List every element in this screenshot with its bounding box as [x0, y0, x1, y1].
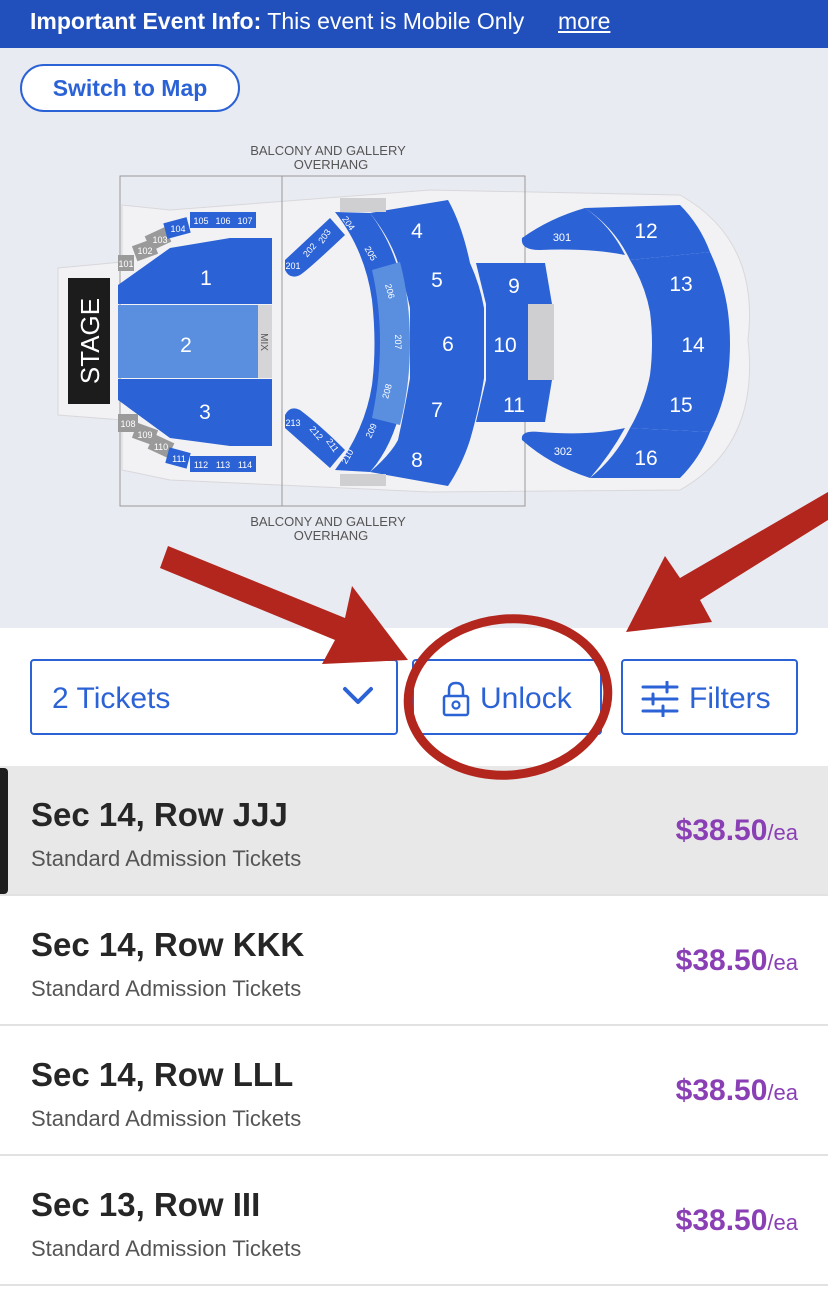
section-1-label: 1: [200, 267, 212, 290]
section-3-label: 3: [199, 401, 211, 424]
section-301-label: 301: [553, 232, 571, 244]
section-110-label: 110: [154, 442, 168, 452]
section-201-label: 201: [285, 261, 300, 271]
section-213-label: 213: [285, 418, 300, 428]
filters-label: Filters: [689, 682, 771, 715]
aisle-bottom: [340, 474, 386, 486]
listing-item[interactable]: Sec 14, Row KKK Standard Admission Ticke…: [0, 896, 828, 1026]
section-112-label: 112: [194, 460, 208, 470]
overhang-bottom-line1: BALCONY AND GALLERY: [250, 514, 406, 529]
filters-button[interactable]: Filters: [621, 659, 798, 735]
section-5-label: 5: [431, 269, 443, 292]
overhang-bottom-line2: OVERHANG: [294, 528, 368, 543]
listing-item[interactable]: Sec 14, Row JJJ Standard Admission Ticke…: [0, 766, 828, 896]
section-102-label: 102: [137, 246, 152, 256]
listing-subtitle: Standard Admission Tickets: [31, 976, 302, 1001]
event-info-label: Important Event Info:: [30, 8, 262, 34]
section-103-label: 103: [152, 235, 167, 245]
chevron-down-icon: [343, 687, 373, 704]
stage-label: STAGE: [75, 298, 105, 384]
section-114-label: 114: [238, 460, 252, 470]
section-12-label: 12: [634, 220, 657, 243]
overhang-top-line2: OVERHANG: [294, 157, 368, 172]
event-info-banner: Important Event Info: This event is Mobi…: [0, 0, 828, 48]
section-101-label: 101: [118, 259, 133, 269]
section-16-label: 16: [634, 447, 657, 470]
price-amount: $38.50: [675, 1204, 768, 1237]
section-4-label: 4: [411, 220, 423, 243]
listing-title: Sec 14, Row JJJ: [31, 796, 288, 833]
sliders-icon: [641, 681, 679, 717]
event-info-message: This event is Mobile Only: [267, 8, 525, 34]
overhang-top-line1: BALCONY AND GALLERY: [250, 143, 406, 158]
section-14-label: 14: [681, 334, 705, 357]
listing-subtitle: Standard Admission Tickets: [31, 1106, 302, 1131]
section-107-label: 107: [237, 216, 252, 226]
event-info-text: Important Event Info: This event is Mobi…: [30, 8, 524, 35]
section-2-label: 2: [180, 334, 192, 357]
more-link[interactable]: more: [558, 8, 610, 35]
listing-subtitle: Standard Admission Tickets: [31, 846, 302, 871]
section-11-label: 11: [503, 394, 525, 417]
section-10-label: 10: [493, 334, 516, 357]
listing-subtitle: Standard Admission Tickets: [31, 1236, 302, 1261]
aisle-top: [340, 198, 386, 212]
price-amount: $38.50: [675, 814, 768, 847]
mix-label: MIX: [258, 333, 269, 351]
section-109-label: 109: [137, 430, 152, 440]
listing-item[interactable]: Sec 14, Row LLL Standard Admission Ticke…: [0, 1026, 828, 1156]
section-8-label: 8: [411, 449, 423, 472]
listing-price: $38.50/ea: [676, 1074, 798, 1108]
price-unit: /ea: [767, 820, 798, 845]
unlock-label: Unlock: [480, 682, 572, 715]
section-111-label: 111: [172, 454, 186, 464]
section-106-label: 106: [215, 216, 230, 226]
listing-title: Sec 13, Row III: [31, 1186, 261, 1223]
price-unit: /ea: [767, 1210, 798, 1235]
listing-price: $38.50/ea: [676, 814, 798, 848]
lock-icon: [442, 681, 470, 717]
section-15-label: 15: [669, 394, 692, 417]
ticket-quantity-select[interactable]: 2 Tickets: [30, 659, 398, 735]
unlock-button[interactable]: Unlock: [412, 659, 602, 735]
section-207-label: 207: [393, 334, 403, 349]
ticket-quantity-label: 2 Tickets: [52, 682, 171, 715]
switch-to-map-button[interactable]: Switch to Map: [20, 64, 240, 112]
section-7-label: 7: [431, 399, 443, 422]
section-9-label: 9: [508, 275, 520, 298]
section-108-label: 108: [120, 419, 135, 429]
price-amount: $38.50: [675, 944, 768, 977]
price-unit: /ea: [767, 950, 798, 975]
section-302-label: 302: [554, 446, 572, 458]
listing-title: Sec 14, Row LLL: [31, 1056, 294, 1093]
section-6-label: 6: [442, 333, 454, 356]
price-unit: /ea: [767, 1080, 798, 1105]
section-10-aisle: [528, 304, 554, 380]
listing-price: $38.50/ea: [676, 1204, 798, 1238]
listing-price: $38.50/ea: [676, 944, 798, 978]
selected-indicator: [0, 768, 8, 894]
listing-title: Sec 14, Row KKK: [31, 926, 305, 963]
listing-item[interactable]: Sec 13, Row III Standard Admission Ticke…: [0, 1156, 828, 1286]
seat-map[interactable]: BALCONY AND GALLERY OVERHANG BALCONY AND…: [0, 48, 828, 628]
price-amount: $38.50: [675, 1074, 768, 1107]
section-104-label: 104: [170, 224, 185, 234]
section-13-label: 13: [669, 273, 692, 296]
section-105-label: 105: [193, 216, 208, 226]
section-113-label: 113: [216, 460, 230, 470]
